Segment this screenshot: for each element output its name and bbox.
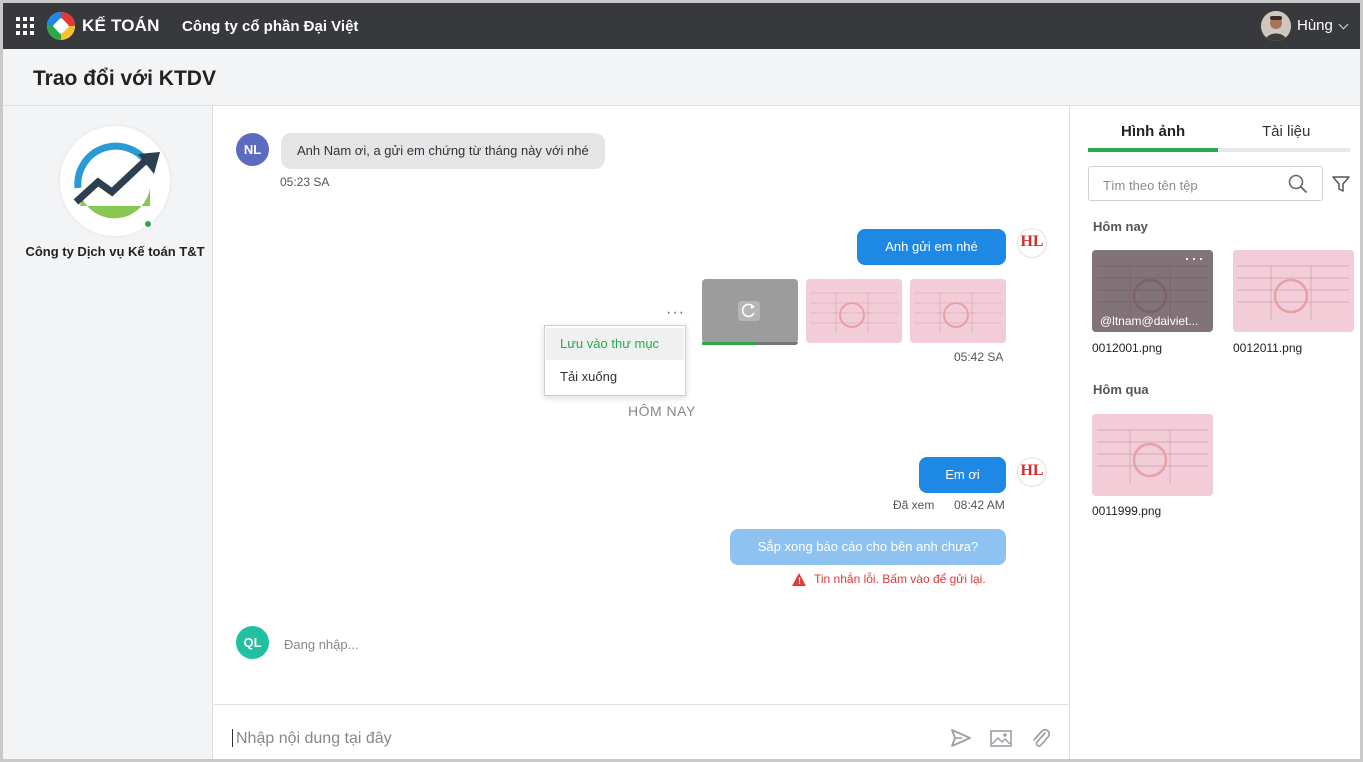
company-name[interactable]: Công ty cổ phần Đại Việt bbox=[182, 18, 358, 35]
image-thumbnail[interactable] bbox=[806, 279, 902, 343]
message-composer bbox=[214, 704, 1068, 759]
gallery-image[interactable] bbox=[1233, 250, 1354, 332]
paperclip-icon[interactable] bbox=[1030, 727, 1052, 749]
file-name: 0012001.png bbox=[1092, 341, 1163, 355]
document-image-icon bbox=[910, 279, 1006, 343]
user-avatar[interactable] bbox=[1261, 11, 1291, 41]
gallery-image[interactable]: ··· @ltnam@daiviet... bbox=[1092, 250, 1213, 332]
upload-progress-fill bbox=[702, 342, 755, 345]
message-bubble-failed[interactable]: Sắp xong báo cáo cho bên anh chưa? bbox=[730, 529, 1006, 565]
chat-area: NL Anh Nam ơi, a gửi em chứng từ tháng n… bbox=[214, 106, 1068, 704]
file-search bbox=[1088, 166, 1323, 201]
image-context-menu: Lưu vào thư mục Tải xuống bbox=[544, 325, 686, 396]
message-time: 05:42 SA bbox=[954, 350, 1004, 364]
message-time: 05:23 SA bbox=[280, 175, 330, 189]
top-bar: KẾ TOÁN Công ty cổ phần Đại Việt Hùng bbox=[3, 3, 1360, 49]
files-panel: Hình ảnh Tài liệu Hôm nay ··· @ltnam@dai… bbox=[1069, 106, 1360, 759]
tab-documents[interactable]: Tài liệu bbox=[1262, 123, 1310, 140]
seen-status: Đã xem bbox=[893, 498, 935, 512]
sender-avatar[interactable]: HL bbox=[1017, 457, 1047, 487]
org-panel: Công ty Dịch vụ Kế toán T&T bbox=[3, 106, 213, 759]
image-thumbnail[interactable] bbox=[910, 279, 1006, 343]
page-title: Trao đổi với KTDV bbox=[33, 67, 216, 90]
app-grid-icon[interactable] bbox=[16, 17, 34, 35]
warning-icon: ! bbox=[792, 573, 806, 586]
tab-underline-active bbox=[1088, 148, 1218, 152]
avatar[interactable]: QL bbox=[236, 626, 269, 659]
avatar-initials: HL bbox=[1020, 462, 1044, 479]
online-status-dot bbox=[143, 219, 153, 229]
message-bubble-outgoing[interactable]: Anh gửi em nhé bbox=[857, 229, 1006, 265]
org-logo bbox=[60, 126, 170, 236]
user-photo-icon bbox=[1261, 11, 1291, 41]
user-name[interactable]: Hùng bbox=[1297, 17, 1333, 34]
page-header: Trao đổi với KTDV bbox=[3, 49, 1360, 106]
upload-progress bbox=[702, 342, 798, 345]
more-options-icon[interactable]: ··· bbox=[666, 304, 685, 322]
reload-icon[interactable] bbox=[738, 301, 760, 321]
brand-name: KẾ TOÁN bbox=[82, 16, 160, 35]
group-label: Hôm qua bbox=[1093, 382, 1149, 397]
day-separator: HÔM NAY bbox=[628, 403, 696, 419]
uploading-image[interactable] bbox=[702, 279, 798, 343]
menu-item-save-to-folder[interactable]: Lưu vào thư mục bbox=[546, 328, 684, 360]
search-icon[interactable] bbox=[1288, 174, 1308, 194]
growth-chart-icon bbox=[73, 142, 160, 219]
document-image-icon bbox=[1233, 250, 1354, 332]
org-name: Công ty Dịch vụ Kế toán T&T bbox=[25, 244, 205, 259]
filter-icon[interactable] bbox=[1331, 174, 1351, 194]
send-icon[interactable] bbox=[950, 727, 972, 749]
gallery-image[interactable] bbox=[1092, 414, 1213, 496]
group-label: Hôm nay bbox=[1093, 219, 1148, 234]
image-sender: @ltnam@daiviet... bbox=[1100, 314, 1199, 328]
message-time: 08:42 AM bbox=[954, 498, 1005, 512]
avatar-initials: HL bbox=[1020, 233, 1044, 250]
menu-item-download[interactable]: Tải xuống bbox=[546, 361, 684, 393]
avatar[interactable]: NL bbox=[236, 133, 269, 166]
text-caret bbox=[232, 729, 233, 747]
brand-logo-icon bbox=[47, 12, 75, 40]
typing-indicator: Đang nhập... bbox=[284, 637, 359, 652]
message-bubble-outgoing[interactable]: Em ơi bbox=[919, 457, 1006, 493]
message-bubble-incoming[interactable]: Anh Nam ơi, a gửi em chứng từ tháng này … bbox=[281, 133, 605, 169]
error-text: Tin nhắn lỗi. Bấm vào để gửi lại. bbox=[814, 572, 986, 586]
file-name: 0011999.png bbox=[1092, 504, 1162, 518]
document-image-icon bbox=[806, 279, 902, 343]
search-input[interactable] bbox=[1103, 176, 1283, 194]
tab-images[interactable]: Hình ảnh bbox=[1121, 123, 1185, 140]
document-image-icon bbox=[1092, 414, 1213, 496]
chevron-down-icon[interactable] bbox=[1338, 19, 1349, 30]
more-options-icon[interactable]: ··· bbox=[1184, 250, 1205, 269]
sender-avatar[interactable]: HL bbox=[1017, 228, 1047, 258]
image-icon[interactable] bbox=[990, 727, 1012, 749]
message-input[interactable] bbox=[236, 729, 936, 749]
file-name: 0012011.png bbox=[1233, 341, 1303, 355]
